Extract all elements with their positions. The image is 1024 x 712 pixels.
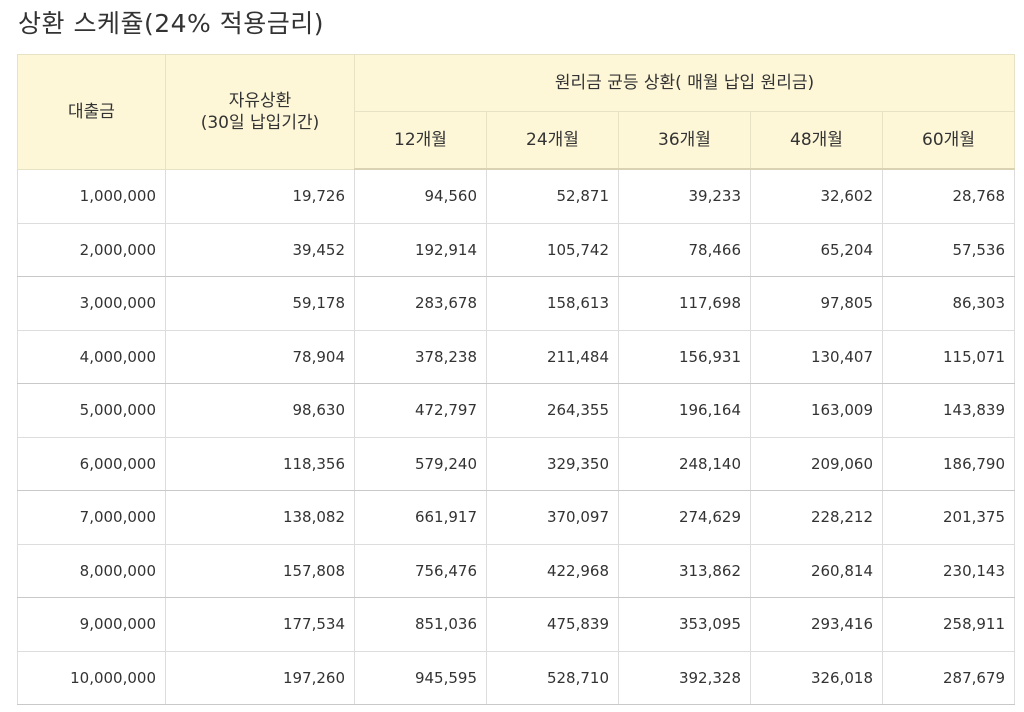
term-60-cell: 230,143 xyxy=(881,543,1016,598)
term-60-cell: 201,375 xyxy=(881,490,1016,545)
table-row: 8,000,000 157,808 756,476 422,968 313,862 260… xyxy=(17,543,1016,598)
term-36-cell: 353,095 xyxy=(618,597,751,652)
free-repayment-header-line2: (30일 납입기간) xyxy=(200,112,320,133)
loan-amount-cell: 5,000,000 xyxy=(17,383,166,438)
term-36-cell: 248,140 xyxy=(618,436,751,491)
term-12-cell: 472,797 xyxy=(354,383,487,438)
free-repayment-header-line1: 자유상환 xyxy=(228,90,292,111)
term-24-cell: 370,097 xyxy=(486,490,619,545)
table-header: 대출금 자유상환 (30일 납입기간) 원리금 균등 상환( 매월 납입 원리금… xyxy=(17,54,1016,170)
term-48-cell: 228,212 xyxy=(750,490,883,545)
loan-amount-cell: 10,000,000 xyxy=(17,650,166,705)
term-36-cell: 392,328 xyxy=(618,650,751,705)
free-repayment-cell: 177,534 xyxy=(165,597,355,652)
table-row: 2,000,000 39,452 192,914 105,742 78,466 65,20… xyxy=(17,222,1016,277)
term-36-cell: 274,629 xyxy=(618,490,751,545)
term-60-cell: 143,839 xyxy=(881,383,1016,438)
term-36-cell: 117,698 xyxy=(618,276,751,331)
term-12-cell: 378,238 xyxy=(354,329,487,384)
loan-amount-cell: 7,000,000 xyxy=(17,490,166,545)
table-row: 4,000,000 78,904 378,238 211,484 156,931 130,… xyxy=(17,329,1016,384)
term-48-cell: 209,060 xyxy=(750,436,883,491)
repayment-schedule-table: 대출금 자유상환 (30일 납입기간) 원리금 균등 상환( 매월 납입 원리금… xyxy=(17,54,1016,705)
free-repayment-cell: 157,808 xyxy=(165,543,355,598)
term-12-cell: 579,240 xyxy=(354,436,487,491)
table-body: 1,000,000 19,726 94,560 52,871 39,233 32,602 2… xyxy=(17,168,1016,705)
term-12-cell: 851,036 xyxy=(354,597,487,652)
table-row: 7,000,000 138,082 661,917 370,097 274,629 228… xyxy=(17,490,1016,545)
term-24-cell: 264,355 xyxy=(486,383,619,438)
term-24-cell: 422,968 xyxy=(486,543,619,598)
term-12-cell: 283,678 xyxy=(354,276,487,331)
free-repayment-cell: 197,260 xyxy=(165,650,355,705)
term-24-cell: 52,871 xyxy=(486,168,619,224)
term-48-cell: 97,805 xyxy=(750,276,883,331)
loan-amount-header: 대출금 xyxy=(17,54,166,170)
equal-installment-header: 원리금 균등 상환( 매월 납입 원리금) xyxy=(353,54,1016,112)
loan-amount-cell: 6,000,000 xyxy=(17,436,166,491)
term-24-cell: 158,613 xyxy=(486,276,619,331)
page-title: 상환 스케쥴(24% 적용금리) xyxy=(18,9,324,38)
term-36-cell: 156,931 xyxy=(618,329,751,384)
term-header-48: 48개월 xyxy=(750,111,883,170)
term-36-cell: 78,466 xyxy=(618,222,751,277)
term-24-cell: 528,710 xyxy=(486,650,619,705)
term-36-cell: 313,862 xyxy=(618,543,751,598)
table-row: 3,000,000 59,178 283,678 158,613 117,698 97,8… xyxy=(17,276,1016,331)
loan-amount-cell: 1,000,000 xyxy=(17,168,166,224)
table-row: 10,000,000 197,260 945,595 528,710 392,328 32… xyxy=(17,650,1016,705)
free-repayment-cell: 98,630 xyxy=(165,383,355,438)
term-60-cell: 186,790 xyxy=(881,436,1016,491)
loan-amount-cell: 3,000,000 xyxy=(17,276,166,331)
term-48-cell: 326,018 xyxy=(750,650,883,705)
term-12-cell: 94,560 xyxy=(354,168,487,224)
term-12-cell: 756,476 xyxy=(354,543,487,598)
term-60-cell: 57,536 xyxy=(881,222,1016,277)
table-row: 9,000,000 177,534 851,036 475,839 353,095 293… xyxy=(17,597,1016,652)
free-repayment-cell: 19,726 xyxy=(165,168,355,224)
free-repayment-header: 자유상환 (30일 납입기간) xyxy=(165,54,355,170)
term-12-cell: 661,917 xyxy=(354,490,487,545)
table-row: 1,000,000 19,726 94,560 52,871 39,233 32,602 2… xyxy=(17,168,1016,224)
free-repayment-cell: 39,452 xyxy=(165,222,355,277)
term-12-cell: 192,914 xyxy=(354,222,487,277)
term-36-cell: 196,164 xyxy=(618,383,751,438)
term-48-cell: 32,602 xyxy=(750,168,883,224)
loan-amount-cell: 9,000,000 xyxy=(17,597,166,652)
term-header-24: 24개월 xyxy=(486,111,619,170)
loan-amount-cell: 2,000,000 xyxy=(17,222,166,277)
term-24-cell: 329,350 xyxy=(486,436,619,491)
term-60-cell: 258,911 xyxy=(881,597,1016,652)
term-header-60: 60개월 xyxy=(881,111,1016,170)
free-repayment-cell: 59,178 xyxy=(165,276,355,331)
term-12-cell: 945,595 xyxy=(354,650,487,705)
term-48-cell: 163,009 xyxy=(750,383,883,438)
header-row-group: 대출금 자유상환 (30일 납입기간) 원리금 균등 상환( 매월 납입 원리금… xyxy=(17,54,1016,170)
term-60-cell: 86,303 xyxy=(881,276,1016,331)
free-repayment-cell: 138,082 xyxy=(165,490,355,545)
term-24-cell: 475,839 xyxy=(486,597,619,652)
table-row: 6,000,000 118,356 579,240 329,350 248,140 209… xyxy=(17,436,1016,491)
term-60-cell: 115,071 xyxy=(881,329,1016,384)
table-row: 5,000,000 98,630 472,797 264,355 196,164 163,… xyxy=(17,383,1016,438)
term-header-36: 36개월 xyxy=(618,111,751,170)
free-repayment-cell: 118,356 xyxy=(165,436,355,491)
term-48-cell: 260,814 xyxy=(750,543,883,598)
term-60-cell: 287,679 xyxy=(881,650,1016,705)
term-header-12: 12개월 xyxy=(354,111,487,170)
term-24-cell: 105,742 xyxy=(486,222,619,277)
free-repayment-cell: 78,904 xyxy=(165,329,355,384)
loan-amount-cell: 4,000,000 xyxy=(17,329,166,384)
term-48-cell: 130,407 xyxy=(750,329,883,384)
term-60-cell: 28,768 xyxy=(881,168,1016,224)
term-36-cell: 39,233 xyxy=(618,168,751,224)
term-48-cell: 293,416 xyxy=(750,597,883,652)
term-48-cell: 65,204 xyxy=(750,222,883,277)
loan-amount-cell: 8,000,000 xyxy=(17,543,166,598)
term-24-cell: 211,484 xyxy=(486,329,619,384)
